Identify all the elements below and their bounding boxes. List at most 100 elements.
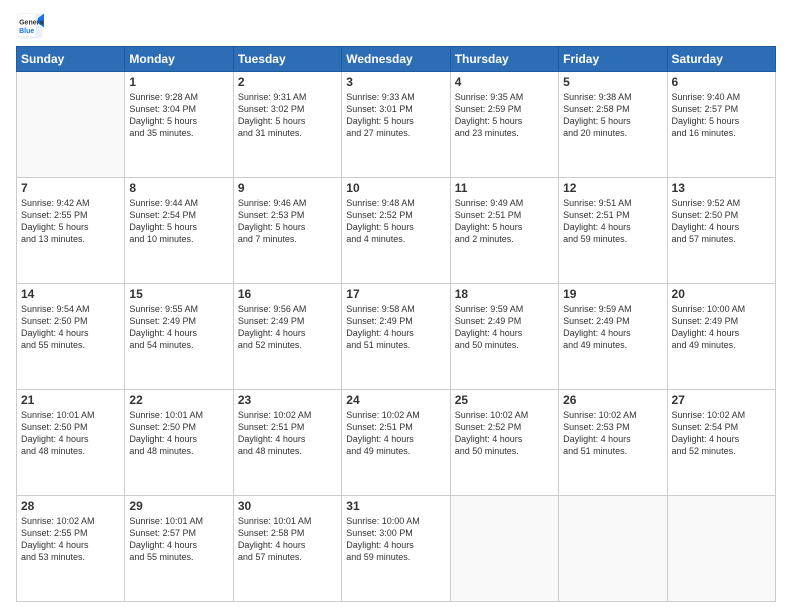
day-info: Sunrise: 10:02 AM Sunset: 2:52 PM Daylig…	[455, 409, 554, 458]
calendar-cell: 4 Sunrise: 9:35 AM Sunset: 2:59 PM Daylig…	[450, 72, 558, 178]
day-number: 2	[238, 75, 337, 89]
calendar-cell: 14 Sunrise: 9:54 AM Sunset: 2:50 PM Dayli…	[17, 284, 125, 390]
day-number: 22	[129, 393, 228, 407]
day-info: Sunrise: 10:00 AM Sunset: 3:00 PM Daylig…	[346, 515, 445, 564]
day-info: Sunrise: 10:02 AM Sunset: 2:53 PM Daylig…	[563, 409, 662, 458]
calendar-cell: 18Sunrise: 9:59 AM Sunset: 2:49 PM Dayli…	[450, 284, 558, 390]
day-number: 15	[129, 287, 228, 301]
calendar-cell: 30Sunrise: 10:01 AM Sunset: 2:58 PM Dayl…	[233, 496, 341, 602]
calendar-cell: 20 Sunrise: 10:00 AM Sunset: 2:49 PM Dayl…	[667, 284, 775, 390]
day-number: 9	[238, 181, 337, 195]
day-info: Sunrise: 10:00 AM Sunset: 2:49 PM Daylig…	[672, 303, 771, 352]
calendar-cell: 24 Sunrise: 10:02 AM Sunset: 2:51 PM Dayl…	[342, 390, 450, 496]
day-number: 5	[563, 75, 662, 89]
day-number: 24	[346, 393, 445, 407]
calendar-cell: 11Sunrise: 9:49 AM Sunset: 2:51 PM Dayli…	[450, 178, 558, 284]
calendar-cell: 13 Sunrise: 9:52 AM Sunset: 2:50 PM Dayli…	[667, 178, 775, 284]
day-info: Sunrise: 9:33 AM Sunset: 3:01 PM Dayligh…	[346, 91, 445, 140]
calendar-cell: 8Sunrise: 9:44 AM Sunset: 2:54 PM Daylig…	[125, 178, 233, 284]
day-info: Sunrise: 10:01 AM Sunset: 2:50 PM Daylig…	[129, 409, 228, 458]
day-number: 27	[672, 393, 771, 407]
day-info: Sunrise: 9:40 AM Sunset: 2:57 PM Dayligh…	[672, 91, 771, 140]
svg-text:General: General	[19, 19, 44, 26]
calendar-cell: 2 Sunrise: 9:31 AM Sunset: 3:02 PM Daylig…	[233, 72, 341, 178]
day-info: Sunrise: 9:52 AM Sunset: 2:50 PM Dayligh…	[672, 197, 771, 246]
day-number: 8	[129, 181, 228, 195]
day-number: 13	[672, 181, 771, 195]
calendar-cell: 7 Sunrise: 9:42 AM Sunset: 2:55 PM Daylig…	[17, 178, 125, 284]
svg-text:Blue: Blue	[19, 28, 34, 35]
calendar-cell: 23 Sunrise: 10:02 AM Sunset: 2:51 PM Dayl…	[233, 390, 341, 496]
day-info: Sunrise: 10:02 AM Sunset: 2:55 PM Daylig…	[21, 515, 120, 564]
calendar-cell: 12 Sunrise: 9:51 AM Sunset: 2:51 PM Dayli…	[559, 178, 667, 284]
day-info: Sunrise: 10:02 AM Sunset: 2:51 PM Daylig…	[238, 409, 337, 458]
day-info: Sunrise: 9:46 AM Sunset: 2:53 PM Dayligh…	[238, 197, 337, 246]
calendar-cell: 22 Sunrise: 10:01 AM Sunset: 2:50 PM Dayl…	[125, 390, 233, 496]
day-number: 29	[129, 499, 228, 513]
col-header-thursday: Thursday	[450, 47, 558, 72]
day-info: Sunrise: 9:49 AM Sunset: 2:51 PM Dayligh…	[455, 197, 554, 246]
day-info: Sunrise: 9:54 AM Sunset: 2:50 PM Dayligh…	[21, 303, 120, 352]
calendar-week-row: 21Sunrise: 10:01 AM Sunset: 2:50 PM Dayl…	[17, 390, 776, 496]
calendar-cell: 17Sunrise: 9:58 AM Sunset: 2:49 PM Dayli…	[342, 284, 450, 390]
day-number: 30	[238, 499, 337, 513]
calendar-week-row: 28 Sunrise: 10:02 AM Sunset: 2:55 PM Dayl…	[17, 496, 776, 602]
day-number: 14	[21, 287, 120, 301]
day-number: 12	[563, 181, 662, 195]
calendar-cell: 16 Sunrise: 9:56 AM Sunset: 2:49 PM Dayli…	[233, 284, 341, 390]
day-number: 1	[129, 75, 228, 89]
calendar-cell: 27Sunrise: 10:02 AM Sunset: 2:54 PM Dayl…	[667, 390, 775, 496]
calendar-cell	[559, 496, 667, 602]
calendar-table: SundayMondayTuesdayWednesdayThursdayFrid…	[16, 46, 776, 602]
day-info: Sunrise: 9:48 AM Sunset: 2:52 PM Dayligh…	[346, 197, 445, 246]
calendar-cell: 1Sunrise: 9:28 AM Sunset: 3:04 PM Daylig…	[125, 72, 233, 178]
day-number: 18	[455, 287, 554, 301]
day-info: Sunrise: 9:31 AM Sunset: 3:02 PM Dayligh…	[238, 91, 337, 140]
calendar-cell: 10 Sunrise: 9:48 AM Sunset: 2:52 PM Dayli…	[342, 178, 450, 284]
col-header-tuesday: Tuesday	[233, 47, 341, 72]
col-header-monday: Monday	[125, 47, 233, 72]
day-number: 7	[21, 181, 120, 195]
day-info: Sunrise: 9:38 AM Sunset: 2:58 PM Dayligh…	[563, 91, 662, 140]
calendar-cell: 6 Sunrise: 9:40 AM Sunset: 2:57 PM Daylig…	[667, 72, 775, 178]
day-info: Sunrise: 10:01 AM Sunset: 2:57 PM Daylig…	[129, 515, 228, 564]
day-number: 4	[455, 75, 554, 89]
col-header-saturday: Saturday	[667, 47, 775, 72]
day-number: 26	[563, 393, 662, 407]
calendar-week-row: 1Sunrise: 9:28 AM Sunset: 3:04 PM Daylig…	[17, 72, 776, 178]
day-number: 31	[346, 499, 445, 513]
day-number: 23	[238, 393, 337, 407]
calendar-cell: 26 Sunrise: 10:02 AM Sunset: 2:53 PM Dayl…	[559, 390, 667, 496]
day-number: 19	[563, 287, 662, 301]
calendar-cell: 15 Sunrise: 9:55 AM Sunset: 2:49 PM Dayli…	[125, 284, 233, 390]
col-header-sunday: Sunday	[17, 47, 125, 72]
day-info: Sunrise: 9:56 AM Sunset: 2:49 PM Dayligh…	[238, 303, 337, 352]
day-number: 20	[672, 287, 771, 301]
day-info: Sunrise: 9:59 AM Sunset: 2:49 PM Dayligh…	[563, 303, 662, 352]
day-info: Sunrise: 10:01 AM Sunset: 2:50 PM Daylig…	[21, 409, 120, 458]
col-header-wednesday: Wednesday	[342, 47, 450, 72]
day-number: 10	[346, 181, 445, 195]
header: General Blue	[16, 12, 776, 40]
day-number: 16	[238, 287, 337, 301]
day-number: 25	[455, 393, 554, 407]
day-number: 6	[672, 75, 771, 89]
day-info: Sunrise: 9:58 AM Sunset: 2:49 PM Dayligh…	[346, 303, 445, 352]
logo: General Blue	[16, 12, 48, 40]
calendar-header-row: SundayMondayTuesdayWednesdayThursdayFrid…	[17, 47, 776, 72]
calendar-cell: 9 Sunrise: 9:46 AM Sunset: 2:53 PM Daylig…	[233, 178, 341, 284]
day-number: 3	[346, 75, 445, 89]
logo-icon: General Blue	[16, 12, 44, 40]
day-info: Sunrise: 9:42 AM Sunset: 2:55 PM Dayligh…	[21, 197, 120, 246]
day-info: Sunrise: 9:55 AM Sunset: 2:49 PM Dayligh…	[129, 303, 228, 352]
page: General Blue SundayMondayTuesdayWednesda…	[0, 0, 792, 612]
day-info: Sunrise: 9:51 AM Sunset: 2:51 PM Dayligh…	[563, 197, 662, 246]
day-info: Sunrise: 10:02 AM Sunset: 2:51 PM Daylig…	[346, 409, 445, 458]
calendar-cell: 29 Sunrise: 10:01 AM Sunset: 2:57 PM Dayl…	[125, 496, 233, 602]
day-number: 28	[21, 499, 120, 513]
calendar-cell	[17, 72, 125, 178]
day-info: Sunrise: 9:35 AM Sunset: 2:59 PM Dayligh…	[455, 91, 554, 140]
calendar-cell: 31 Sunrise: 10:00 AM Sunset: 3:00 PM Dayl…	[342, 496, 450, 602]
calendar-cell: 21Sunrise: 10:01 AM Sunset: 2:50 PM Dayl…	[17, 390, 125, 496]
col-header-friday: Friday	[559, 47, 667, 72]
